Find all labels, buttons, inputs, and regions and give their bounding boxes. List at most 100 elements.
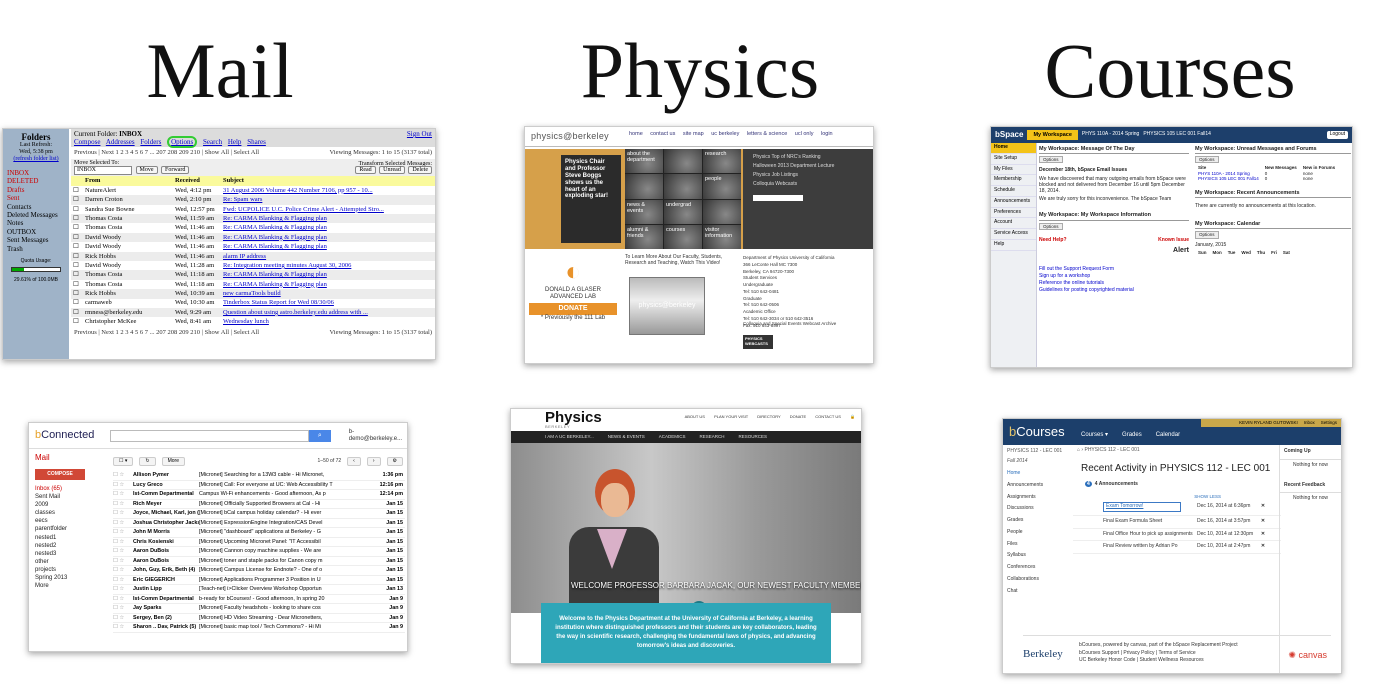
grid-tile[interactable]: people xyxy=(703,174,741,199)
read-button[interactable]: Read xyxy=(355,166,376,175)
home-icon[interactable]: ⌂ xyxy=(1077,447,1080,453)
course-nav-item[interactable]: Announcements xyxy=(1003,480,1069,492)
side-link-4[interactable]: Colloquia Webcasts xyxy=(753,180,865,189)
folder-deleted[interactable]: DELETED xyxy=(7,177,65,185)
list-item[interactable]: ☐ ☆ Chris Kosienski [Micronet] Upcoming Mi… xyxy=(113,538,405,547)
more-button[interactable]: More xyxy=(161,456,185,467)
promo-box[interactable]: Physics Chair and Professor Steve Boggs … xyxy=(561,155,621,243)
message-checkbox[interactable]: ☐ xyxy=(71,280,83,289)
footer-line-3[interactable]: UC Berkeley Honor Code | Student Wellnes… xyxy=(1079,657,1238,665)
folder-sent[interactable]: Sent xyxy=(7,194,65,202)
course-nav-item[interactable]: Syllabus xyxy=(1003,550,1069,562)
announcement-item[interactable]: Final Review written by Adrian Po Dec 10,… xyxy=(1073,541,1281,555)
list-item[interactable]: ☐ ☆ Rich Meyer [Micronet] Officially Suppo… xyxy=(113,500,405,509)
refresh-icon[interactable]: ↻ xyxy=(139,456,156,467)
dismiss-icon[interactable]: ✕ xyxy=(1259,518,1267,525)
message-checkbox[interactable]: ☐ xyxy=(71,317,83,326)
folder-item[interactable]: classes xyxy=(35,509,67,517)
announcement-item[interactable]: Final Office Hour to pick up assignments… xyxy=(1073,529,1281,542)
message-row[interactable]: ☐ carmaweb Wed, 10:30 am Tinderbox Status R… xyxy=(71,299,435,308)
nav-calendar[interactable]: Calendar xyxy=(1156,432,1180,439)
inbox-link[interactable]: Inbox xyxy=(1304,420,1315,425)
list-item[interactable]: ☐ ☆ John, Guy, Erik, Beth (4) [Micronet] C… xyxy=(113,566,405,576)
course-nav-item[interactable]: Collaborations xyxy=(1003,574,1069,586)
physics-berkeley-logo[interactable]: physics@berkeley xyxy=(531,131,609,141)
star-icon[interactable]: ☐ ☆ xyxy=(113,501,133,507)
dismiss-icon[interactable]: ✕ xyxy=(1259,503,1267,510)
settings-link[interactable]: Settings xyxy=(1321,420,1337,425)
message-row[interactable]: ☐ Christopher McKee Wed, 8:41 am Wednesday … xyxy=(71,317,435,326)
list-item[interactable]: ☐ ☆ Ist-Comm Departmental b-ready for bCou… xyxy=(113,595,405,604)
star-icon[interactable]: ☐ ☆ xyxy=(113,548,133,554)
lock-icon[interactable]: 🔒 xyxy=(850,414,855,419)
message-subject-link[interactable]: Tinderbox Status Report for Wed 08/30/06 xyxy=(221,299,435,308)
bcourses-logo[interactable]: bCourses xyxy=(1009,424,1065,440)
footer-line-2[interactable]: bCourses Support | Privacy Policy | Term… xyxy=(1079,650,1238,658)
menu-item[interactable]: Announcements xyxy=(991,197,1036,208)
star-icon[interactable]: ☐ ☆ xyxy=(113,529,133,535)
menu-item[interactable]: Account xyxy=(991,218,1036,229)
motd-options-button[interactable]: Options xyxy=(1039,156,1063,164)
folder-sent-messages[interactable]: Sent Messages xyxy=(7,236,65,244)
search-input[interactable] xyxy=(753,195,803,201)
list-item[interactable]: ☐ ☆ Ist-Comm Departmental Campus Wi-Fi enh… xyxy=(113,490,405,500)
nav-contact[interactable]: contact us xyxy=(650,131,675,137)
side-link-3[interactable]: Physics Job Listings xyxy=(753,171,865,180)
star-icon[interactable]: ☐ ☆ xyxy=(113,520,133,526)
menu-item[interactable]: Site Setup xyxy=(991,154,1036,165)
tab-phys-110a[interactable]: PHYS 110A - 2014 Spring xyxy=(1082,131,1139,138)
message-subject-link[interactable]: new carmaTools build xyxy=(221,289,435,299)
grid-tile[interactable]: visitor information xyxy=(703,224,741,249)
message-checkbox[interactable]: ☐ xyxy=(71,270,83,280)
message-subject-link[interactable]: Re: Integration meeting minutes August 3… xyxy=(221,261,435,270)
star-icon[interactable]: ☐ ☆ xyxy=(113,567,133,573)
course-nav-item[interactable]: Home xyxy=(1003,468,1069,480)
message-subject-link[interactable]: Re: CARMA Blanking & Flagging plan xyxy=(221,242,435,251)
nav-ucberkeley[interactable]: uc berkeley xyxy=(711,131,739,137)
message-row[interactable]: ☐ Rick Hobbs Wed, 11:46 am alarm IP address xyxy=(71,251,435,261)
sign-out-link[interactable]: Sign Out xyxy=(407,130,432,138)
menu-item[interactable]: Home xyxy=(991,143,1036,154)
col-from[interactable]: From xyxy=(83,176,173,186)
col-subject[interactable]: Subject xyxy=(221,176,435,186)
list-item[interactable]: ☐ ☆ Sharon .. Dav, Patrick (5) [Micronet] … xyxy=(113,623,405,633)
message-checkbox[interactable]: ☐ xyxy=(71,251,83,261)
hero-caption[interactable]: WELCOME PROFESSOR BARBARA JACAK, OUR NEW… xyxy=(571,581,861,590)
message-subject-link[interactable]: Re: CARMA Blanking & Flagging plan xyxy=(221,280,435,289)
nav-folders[interactable]: Folders xyxy=(140,138,161,146)
message-checkbox[interactable]: ☐ xyxy=(71,195,83,205)
folder-item[interactable]: projects xyxy=(35,566,67,574)
dismiss-icon[interactable]: ✕ xyxy=(1259,544,1267,550)
grid-tile[interactable]: courses xyxy=(664,224,702,249)
nav-research[interactable]: RESEARCH xyxy=(699,434,724,439)
bspace-logo[interactable]: bSpace xyxy=(995,130,1023,139)
canvas-logo[interactable]: ✺ canvas xyxy=(1288,650,1327,660)
grid-tile[interactable]: news & events xyxy=(625,199,663,224)
nav-i-am[interactable]: I AM A UC BERKELEY... xyxy=(545,434,594,439)
nav-options[interactable]: Options xyxy=(167,136,198,149)
nav-resources[interactable]: RESOURCES xyxy=(739,434,768,439)
settings-gear-icon[interactable]: ⚙ xyxy=(386,456,403,467)
message-row[interactable]: ☐ David Woody Wed, 11:28 am Re: Integration… xyxy=(71,261,435,270)
grid-tile[interactable]: alumni & friends xyxy=(625,224,663,249)
message-subject-link[interactable]: Wednesday lunch xyxy=(221,317,435,326)
mail-label[interactable]: Mail xyxy=(35,453,50,462)
menu-item[interactable]: My Files xyxy=(991,165,1036,176)
list-item[interactable]: ☐ ☆ Aaron DuBois [Micronet] toner and stap… xyxy=(113,557,405,566)
folder-item[interactable]: Inbox (65) xyxy=(35,485,67,493)
star-icon[interactable]: ☐ ☆ xyxy=(113,586,133,592)
util-donate[interactable]: DONATE xyxy=(790,414,806,419)
star-icon[interactable]: ☐ ☆ xyxy=(113,624,133,630)
star-icon[interactable]: ☐ ☆ xyxy=(113,558,133,564)
prev-icon[interactable]: ‹ xyxy=(347,456,361,467)
folder-trash[interactable]: Trash xyxy=(7,245,65,253)
nav-search[interactable]: Search xyxy=(203,138,222,146)
side-link-1[interactable]: Physics Top of NRC's Ranking xyxy=(753,153,865,162)
star-icon[interactable]: ☐ ☆ xyxy=(113,472,133,478)
help-link-1[interactable]: Fill out the Support Request Form xyxy=(1039,266,1114,272)
message-checkbox[interactable]: ☐ xyxy=(71,242,83,251)
refresh-folder-link[interactable]: (refresh folder list) xyxy=(7,156,65,163)
col-received[interactable]: Received xyxy=(173,176,221,186)
list-item[interactable]: ☐ ☆ Joshua Christopher Jacks. [Micronet] E… xyxy=(113,519,405,528)
message-row[interactable]: ☐ Rick Hobbs Wed, 10:39 am new carmaTools b… xyxy=(71,289,435,299)
